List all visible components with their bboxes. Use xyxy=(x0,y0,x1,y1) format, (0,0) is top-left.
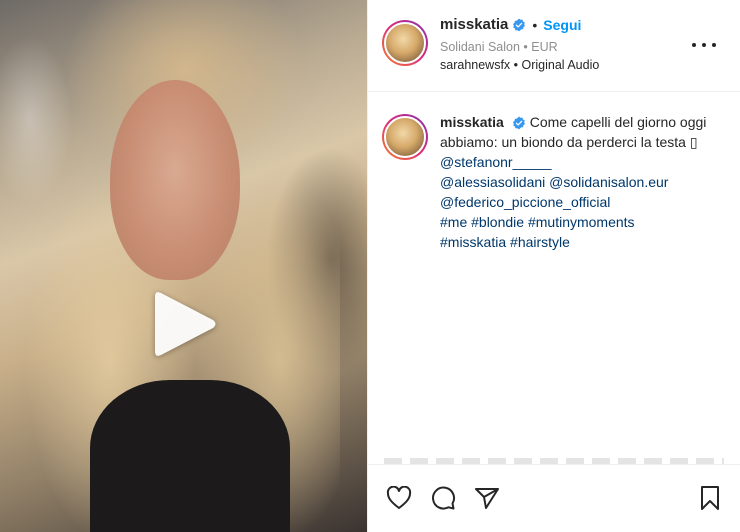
caption-avatar[interactable] xyxy=(382,114,428,160)
heart-icon xyxy=(386,486,412,509)
hashtag-link[interactable]: #me xyxy=(440,214,467,230)
post-audio[interactable]: sarahnewsfx • Original Audio xyxy=(440,58,599,72)
follow-button[interactable]: Segui xyxy=(543,17,581,33)
post-caption: misskatia Come capelli del giorno oggi a… xyxy=(368,92,740,464)
save-button[interactable] xyxy=(695,483,725,513)
comment-button[interactable] xyxy=(428,483,458,513)
author-avatar[interactable] xyxy=(382,20,428,66)
hashtag-link[interactable]: #mutinymoments xyxy=(528,214,635,230)
post-actions-bar xyxy=(368,464,740,532)
video-frame-shirt xyxy=(90,380,290,532)
caption-text: misskatia Come capelli del giorno oggi a… xyxy=(440,112,730,252)
verified-badge-icon xyxy=(513,18,526,31)
share-button[interactable] xyxy=(472,483,502,513)
separator-dot: • xyxy=(532,16,538,33)
hashtag-link[interactable]: #misskatia xyxy=(440,234,506,250)
verified-badge-icon xyxy=(512,116,525,130)
play-icon xyxy=(155,292,216,356)
mention-link[interactable]: @federico_piccione_official xyxy=(440,194,610,210)
send-icon xyxy=(475,488,499,509)
post-side-panel: misskatia • Segui Solidani Salon • EUR s… xyxy=(367,0,740,532)
comment-icon xyxy=(432,486,456,510)
post-video[interactable] xyxy=(0,0,367,532)
more-options-button[interactable] xyxy=(692,36,716,54)
mention-link[interactable]: @stefanonr_____ xyxy=(440,154,552,170)
hashtag-link[interactable]: #hairstyle xyxy=(510,234,570,250)
mention-link[interactable]: @solidanisalon.eur xyxy=(549,174,668,190)
post-location[interactable]: Solidani Salon • EUR xyxy=(440,40,558,54)
more-options-icon xyxy=(692,43,696,47)
caption-username[interactable]: misskatia xyxy=(440,114,504,130)
hashtag-link[interactable]: #blondie xyxy=(471,214,524,230)
author-username[interactable]: misskatia xyxy=(440,16,508,33)
mention-link[interactable]: @alessiasolidani xyxy=(440,174,545,190)
video-frame-face xyxy=(110,80,240,280)
like-button[interactable] xyxy=(384,483,414,513)
author-line: misskatia • Segui xyxy=(440,16,581,33)
play-button[interactable] xyxy=(147,286,223,362)
post-header: misskatia • Segui Solidani Salon • EUR s… xyxy=(368,0,740,92)
bookmark-icon xyxy=(701,486,719,510)
